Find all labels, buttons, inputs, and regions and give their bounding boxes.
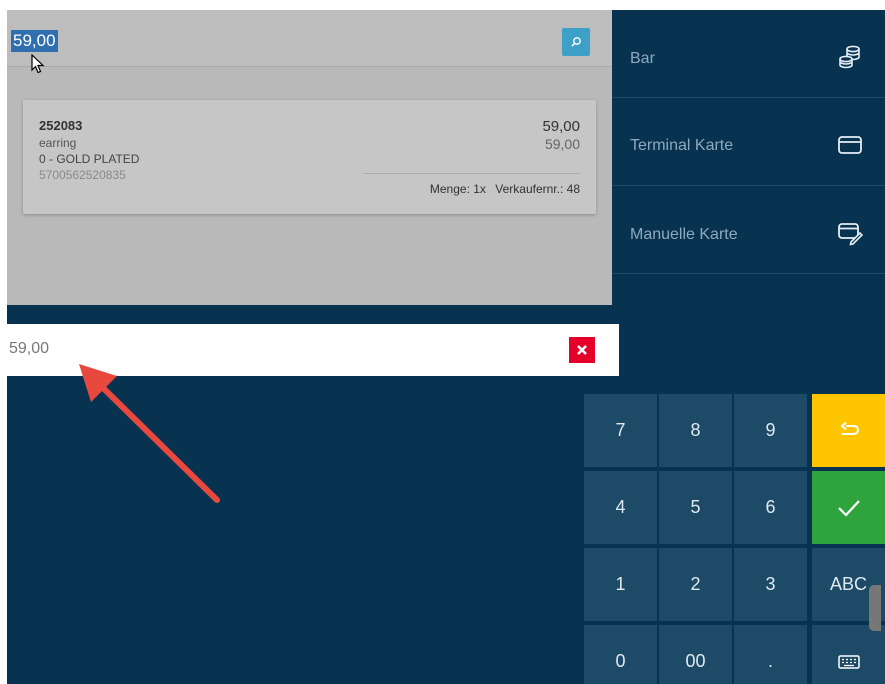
undo-icon <box>839 421 859 435</box>
search-input[interactable]: 59,00 <box>11 30 58 52</box>
search-icon <box>571 37 581 47</box>
key-6[interactable]: 6 <box>734 471 807 544</box>
payment-bar[interactable]: Bar <box>612 10 885 98</box>
item-variant: 0 - GOLD PLATED <box>39 152 140 166</box>
item-quantity: Menge: 1x <box>429 182 486 196</box>
card-divider <box>363 173 580 174</box>
key-4[interactable]: 4 <box>584 471 657 544</box>
payment-methods: Bar Terminal Karte Manuelle Karte <box>612 10 885 305</box>
payment-manual-card[interactable]: Manuelle Karte <box>612 186 885 274</box>
annotation-arrow-icon <box>79 364 220 503</box>
key-9[interactable]: 9 <box>734 394 807 467</box>
item-price: 59,00 <box>542 118 580 135</box>
item-seller: Verkaufernr.: 48 <box>495 182 580 196</box>
item-subtotal: 59,00 <box>544 136 580 152</box>
sales-panel: 59,00 252083 earring 0 - GOLD PLATED 570… <box>7 10 612 305</box>
key-0[interactable]: 0 <box>584 625 657 684</box>
amount-value[interactable]: 59,00 <box>9 340 49 358</box>
confirm-button[interactable] <box>812 471 885 544</box>
back-button[interactable] <box>812 394 885 467</box>
item-ean: 5700562520835 <box>39 168 126 182</box>
cart-item-card[interactable]: 252083 earring 0 - GOLD PLATED 570056252… <box>23 100 596 214</box>
payment-label: Manuelle Karte <box>630 226 738 243</box>
payment-terminal-card[interactable]: Terminal Karte <box>612 98 885 186</box>
coins-icon <box>839 45 860 69</box>
search-button[interactable] <box>562 28 590 56</box>
check-icon <box>837 499 860 517</box>
key-8[interactable]: 8 <box>659 394 732 467</box>
manual-card-icon <box>838 223 863 246</box>
key-5[interactable]: 5 <box>659 471 732 544</box>
payment-label: Bar <box>630 50 655 67</box>
mouse-cursor-icon <box>31 54 45 74</box>
search-bar[interactable]: 59,00 <box>7 10 612 74</box>
pos-screen: 59,00 252083 earring 0 - GOLD PLATED 570… <box>7 10 885 684</box>
item-meta: Menge: 1x Verkaufernr.: 48 <box>430 182 580 196</box>
payment-label: Terminal Karte <box>630 137 734 154</box>
close-icon <box>577 345 587 355</box>
key-7[interactable]: 7 <box>584 394 657 467</box>
clear-button[interactable] <box>569 337 595 363</box>
side-drawer-handle[interactable] <box>869 585 881 631</box>
key-2[interactable]: 2 <box>659 548 732 621</box>
keyboard-icon <box>837 654 860 669</box>
item-sku: 252083 <box>39 118 83 133</box>
key-3[interactable]: 3 <box>734 548 807 621</box>
keyboard-button[interactable] <box>812 625 885 684</box>
key-1[interactable]: 1 <box>584 548 657 621</box>
card-terminal-icon <box>838 136 862 154</box>
item-description: earring <box>39 136 77 150</box>
key-00[interactable]: 00 <box>659 625 732 684</box>
key-decimal[interactable]: . <box>734 625 807 684</box>
